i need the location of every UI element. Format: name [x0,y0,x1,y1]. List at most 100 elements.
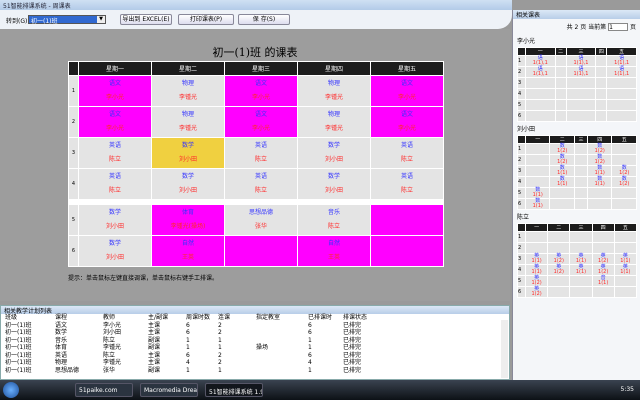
lesson-cell[interactable] [370,235,444,267]
lesson-cell[interactable]: 英语 陈立 [78,137,152,169]
plan-column-header[interactable]: 教师 [103,314,148,322]
lesson-cell[interactable]: 体育 李锺光(操场) [151,204,225,236]
mini-cell[interactable]: 英 1(1) [613,264,638,276]
plan-scrollbar[interactable] [501,320,508,378]
plan-row[interactable]: 初一(1)班 语文 李小光 主课 6 2 6 已排完 [5,322,383,330]
mini-cell[interactable] [565,99,597,111]
mini-cell[interactable]: 数 1(2) [549,143,575,155]
plan-column-header[interactable]: 周课时数 [186,314,218,322]
mini-cell[interactable] [565,77,597,89]
mini-cell[interactable] [549,187,575,199]
mini-cell[interactable] [573,143,589,155]
mini-cell[interactable] [525,110,556,122]
mini-cell[interactable] [547,275,571,287]
task-dreamweaver[interactable]: Macromedia Drea... [140,383,198,397]
mini-cell[interactable]: 语 1(1),1 [525,66,556,78]
lesson-cell[interactable]: 语文 李小光 [224,75,298,107]
lesson-cell[interactable]: 语文 李小光 [370,75,444,107]
mini-cell[interactable] [611,154,637,166]
mini-cell[interactable]: 数 1(1) [549,165,575,177]
mini-cell[interactable]: 英 1(1) [569,253,593,265]
mini-cell[interactable]: 语 1(1),1 [606,55,637,67]
mini-cell[interactable] [524,231,549,243]
mini-cell[interactable]: 语 1(1),1 [565,55,597,67]
plan-column-header[interactable]: 已排课时 [308,314,343,322]
mini-cell[interactable] [573,198,589,210]
mini-cell[interactable] [569,275,593,287]
mini-cell[interactable] [611,187,637,199]
mini-cell[interactable] [591,286,615,298]
lesson-cell[interactable]: 数学 刘小田 [151,168,225,200]
mini-cell[interactable] [569,231,593,243]
plan-column-header[interactable]: 课程 [55,314,103,322]
mini-cell[interactable]: 英 1(1) [524,253,549,265]
lesson-cell[interactable]: 英语 陈立 [78,168,152,200]
export-excel-button[interactable]: 导出到 EXCEL(E) [120,14,172,25]
mini-cell[interactable]: 语 1(1),1 [525,55,556,67]
plan-row[interactable]: 初一(1)班 音乐 陈立 副课 1 1 1 已排完 [5,337,383,345]
lesson-cell[interactable]: 音乐 陈立 [297,204,371,236]
lesson-cell[interactable]: 英语 陈立 [224,168,298,200]
mini-cell[interactable] [547,242,571,254]
mini-cell[interactable]: 数 1(1) [524,198,551,210]
mini-cell[interactable]: 数 1(2) [549,154,575,166]
mini-cell[interactable] [595,99,608,111]
mini-cell[interactable]: 语 1(1),1 [565,66,597,78]
lesson-cell[interactable]: 数学 刘小田 [297,137,371,169]
plan-column-header[interactable]: 指定教室 [256,314,308,322]
mini-cell[interactable]: 数 1(2) [611,176,637,188]
mini-cell[interactable]: 数 1(1) [524,187,551,199]
lesson-cell[interactable]: 数学 刘小田 [297,168,371,200]
mini-cell[interactable]: 数 1(2) [611,165,637,177]
mini-cell[interactable]: 数 1(1) [549,176,575,188]
mini-cell[interactable] [549,198,575,210]
lesson-cell[interactable]: 英语 陈立 [224,137,298,169]
lesson-cell[interactable]: 语文 李小光 [78,75,152,107]
mini-cell[interactable] [613,286,638,298]
plan-row[interactable]: 初一(1)班 英语 陈立 主课 6 2 6 已排完 [5,352,383,360]
mini-cell[interactable]: 英 1(1) [524,264,549,276]
mini-cell[interactable] [573,176,589,188]
mini-cell[interactable] [554,110,567,122]
mini-cell[interactable] [569,286,593,298]
page-select[interactable]: 1 [608,23,629,31]
lesson-cell[interactable]: 物理 李锺光 [151,106,225,138]
mini-cell[interactable] [586,187,613,199]
mini-cell[interactable] [591,242,615,254]
mini-cell[interactable] [524,242,549,254]
mini-cell[interactable] [573,165,589,177]
chevron-down-icon[interactable]: ▼ [97,16,105,23]
mini-cell[interactable] [525,77,556,89]
mini-cell[interactable] [606,99,637,111]
mini-cell[interactable]: 英 1(2) [591,264,615,276]
mini-cell[interactable]: 英 1(1) [613,253,638,265]
mini-cell[interactable] [606,88,637,100]
mini-cell[interactable] [554,66,567,78]
mini-cell[interactable] [595,66,608,78]
mini-cell[interactable] [573,187,589,199]
mini-cell[interactable]: 英 1(2) [547,253,571,265]
mini-cell[interactable] [524,176,551,188]
lesson-cell[interactable] [370,204,444,236]
mini-cell[interactable] [554,55,567,67]
lesson-cell[interactable]: 物理 李锺光 [297,106,371,138]
mini-cell[interactable] [595,77,608,89]
start-button[interactable] [3,382,19,398]
mini-cell[interactable]: 数 1(2) [586,154,613,166]
mini-cell[interactable] [595,88,608,100]
mini-cell[interactable] [595,55,608,67]
mini-cell[interactable] [611,143,637,155]
mini-cell[interactable] [613,231,638,243]
mini-cell[interactable]: 音 1(1) [591,275,615,287]
mini-cell[interactable] [547,286,571,298]
mini-cell[interactable]: 数 1(1) [586,176,613,188]
mini-cell[interactable] [613,275,638,287]
mini-cell[interactable] [586,198,613,210]
mini-cell[interactable] [525,88,556,100]
plan-row[interactable]: 初一(1)班 物理 李锺光 主课 4 2 4 已排完 [5,359,383,367]
lesson-cell[interactable]: 自然 王英 [151,235,225,267]
lesson-cell[interactable]: 自然 王英 [297,235,371,267]
mini-cell[interactable]: 语 1(1),1 [606,66,637,78]
mini-cell[interactable] [611,198,637,210]
lesson-cell[interactable]: 物理 李锺光 [151,75,225,107]
